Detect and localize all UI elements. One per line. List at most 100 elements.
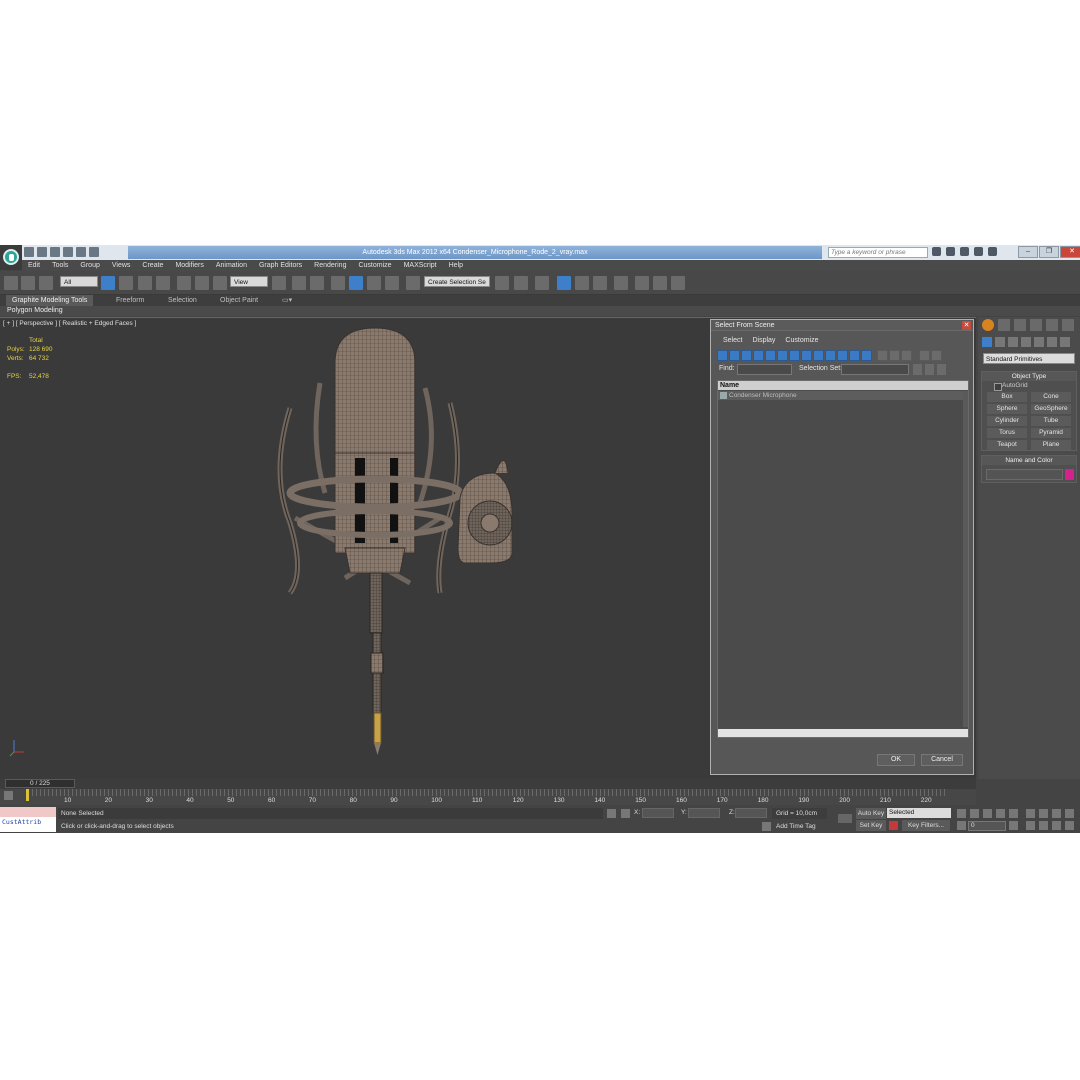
track-bar[interactable]: 10 20 30 40 50 60 70 80 90 100 110 120 130 140 150 160 1… xyxy=(0,789,976,805)
dialog-close-button[interactable]: ✕ xyxy=(962,321,971,330)
tab-freeform[interactable]: Freeform xyxy=(110,295,150,306)
dialog-menu-customize[interactable]: Customize xyxy=(781,335,822,347)
rotate-icon[interactable] xyxy=(195,276,209,290)
previous-frame-icon[interactable] xyxy=(970,809,979,818)
select-all-icon[interactable] xyxy=(913,364,922,375)
orbit-icon[interactable] xyxy=(1052,821,1061,830)
select-manipulate-icon[interactable] xyxy=(292,276,306,290)
pan-view-icon[interactable] xyxy=(1039,821,1048,830)
rendered-frame-window-icon[interactable] xyxy=(653,276,667,290)
name-and-color-header[interactable]: Name and Color xyxy=(982,456,1076,465)
torus-button[interactable]: Torus xyxy=(987,428,1027,438)
percent-snap-icon[interactable] xyxy=(367,276,381,290)
time-configuration-icon[interactable] xyxy=(1009,821,1018,830)
angle-snap-icon[interactable] xyxy=(349,276,363,290)
cone-button[interactable]: Cone xyxy=(1031,392,1071,402)
lock-selection-icon[interactable] xyxy=(607,809,616,818)
time-tag-icon[interactable] xyxy=(762,822,771,831)
list-item[interactable]: Condenser Microphone xyxy=(718,391,968,400)
menu-create[interactable]: Create xyxy=(136,260,169,271)
bind-space-warp-icon[interactable] xyxy=(39,276,53,290)
menu-maxscript[interactable]: MAXScript xyxy=(398,260,443,271)
create-tab-icon[interactable] xyxy=(982,319,994,331)
tab-graphite-modeling-tools[interactable]: Graphite Modeling Tools xyxy=(6,295,94,306)
menu-customize[interactable]: Customize xyxy=(352,260,397,271)
dialog-title[interactable]: Select From Scene xyxy=(711,320,973,331)
menu-help[interactable]: Help xyxy=(443,260,469,271)
menu-tools[interactable]: Tools xyxy=(46,260,74,271)
maximize-button[interactable]: ❐ xyxy=(1039,246,1059,258)
horizontal-scrollbar[interactable] xyxy=(718,729,968,737)
modify-tab-icon[interactable] xyxy=(998,319,1010,331)
pyramid-button[interactable]: Pyramid xyxy=(1031,428,1071,438)
menu-views[interactable]: Views xyxy=(106,260,137,271)
minimize-button[interactable]: – xyxy=(1018,246,1038,258)
dialog-menu-display[interactable]: Display xyxy=(748,335,779,347)
current-frame-field[interactable]: 0 xyxy=(968,821,1006,831)
undo-icon[interactable] xyxy=(63,247,73,257)
mirror-icon[interactable] xyxy=(495,276,509,290)
zoom-extents-icon[interactable] xyxy=(1052,809,1061,818)
link-icon[interactable] xyxy=(4,276,18,290)
mini-curve-editor-icon[interactable] xyxy=(4,791,13,800)
set-key-icon[interactable] xyxy=(838,814,852,823)
zoom-all-icon[interactable] xyxy=(1039,809,1048,818)
display-xrefs-icon[interactable] xyxy=(801,350,812,361)
tube-button[interactable]: Tube xyxy=(1031,416,1071,426)
filter-options-icon[interactable] xyxy=(931,350,942,361)
display-invert-icon[interactable] xyxy=(889,350,900,361)
display-bones-icon[interactable] xyxy=(813,350,824,361)
help-search-input[interactable]: Type a keyword or phrase xyxy=(828,247,928,258)
menu-group[interactable]: Group xyxy=(74,260,105,271)
add-time-tag[interactable]: Add Time Tag xyxy=(772,821,827,832)
maximize-viewport-icon[interactable] xyxy=(1065,821,1074,830)
display-shapes-icon[interactable] xyxy=(729,350,740,361)
align-icon[interactable] xyxy=(514,276,528,290)
select-by-name-icon[interactable] xyxy=(119,276,133,290)
project-folder-icon[interactable] xyxy=(89,247,99,257)
zoom-icon[interactable] xyxy=(1026,809,1035,818)
named-selection-dropdown[interactable]: Create Selection Se xyxy=(424,276,490,287)
move-icon[interactable] xyxy=(177,276,191,290)
field-of-view-icon[interactable] xyxy=(1026,821,1035,830)
zoom-extents-all-icon[interactable] xyxy=(1065,809,1074,818)
space-warps-category-icon[interactable] xyxy=(1047,337,1057,347)
systems-category-icon[interactable] xyxy=(1060,337,1070,347)
set-keys-toggle-icon[interactable] xyxy=(889,821,898,830)
window-crossing-icon[interactable] xyxy=(156,276,170,290)
scale-icon[interactable] xyxy=(213,276,227,290)
rectangular-selection-icon[interactable] xyxy=(138,276,152,290)
dialog-menu-select[interactable]: Select xyxy=(719,335,746,347)
teapot-button[interactable]: Teapot xyxy=(987,440,1027,450)
binoculars-icon[interactable] xyxy=(932,247,941,256)
menu-graph-editors[interactable]: Graph Editors xyxy=(253,260,308,271)
menu-rendering[interactable]: Rendering xyxy=(308,260,352,271)
object-name-input[interactable] xyxy=(986,469,1063,480)
render-production-icon[interactable] xyxy=(671,276,685,290)
time-slider[interactable]: 0 / 225 xyxy=(0,779,976,789)
reference-coordinate-dropdown[interactable]: View xyxy=(230,276,268,287)
close-button[interactable]: ✕ xyxy=(1060,246,1080,258)
selection-filter-dropdown[interactable]: All xyxy=(60,276,98,287)
go-to-start-icon[interactable] xyxy=(957,809,966,818)
geosphere-button[interactable]: GeoSphere xyxy=(1031,404,1071,414)
edit-named-selection-icon[interactable] xyxy=(406,276,420,290)
display-tab-icon[interactable] xyxy=(1046,319,1058,331)
display-lights-icon[interactable] xyxy=(741,350,752,361)
cylinder-button[interactable]: Cylinder xyxy=(987,416,1027,426)
unlink-icon[interactable] xyxy=(21,276,35,290)
display-none-icon[interactable] xyxy=(877,350,888,361)
curve-editor-icon[interactable] xyxy=(575,276,589,290)
set-key-button[interactable]: Set Key xyxy=(856,820,886,831)
select-invert-icon[interactable] xyxy=(937,364,946,375)
z-coordinate-field[interactable] xyxy=(735,808,767,818)
display-all-icon[interactable] xyxy=(861,350,872,361)
shapes-category-icon[interactable] xyxy=(995,337,1005,347)
layer-manager-icon[interactable] xyxy=(535,276,549,290)
menu-modifiers[interactable]: Modifiers xyxy=(169,260,209,271)
tab-selection[interactable]: Selection xyxy=(162,295,203,306)
spinner-snap-icon[interactable] xyxy=(385,276,399,290)
display-cameras-icon[interactable] xyxy=(753,350,764,361)
autogrid-checkbox[interactable]: AutoGrid xyxy=(994,382,1028,391)
select-object-icon[interactable] xyxy=(101,276,115,290)
